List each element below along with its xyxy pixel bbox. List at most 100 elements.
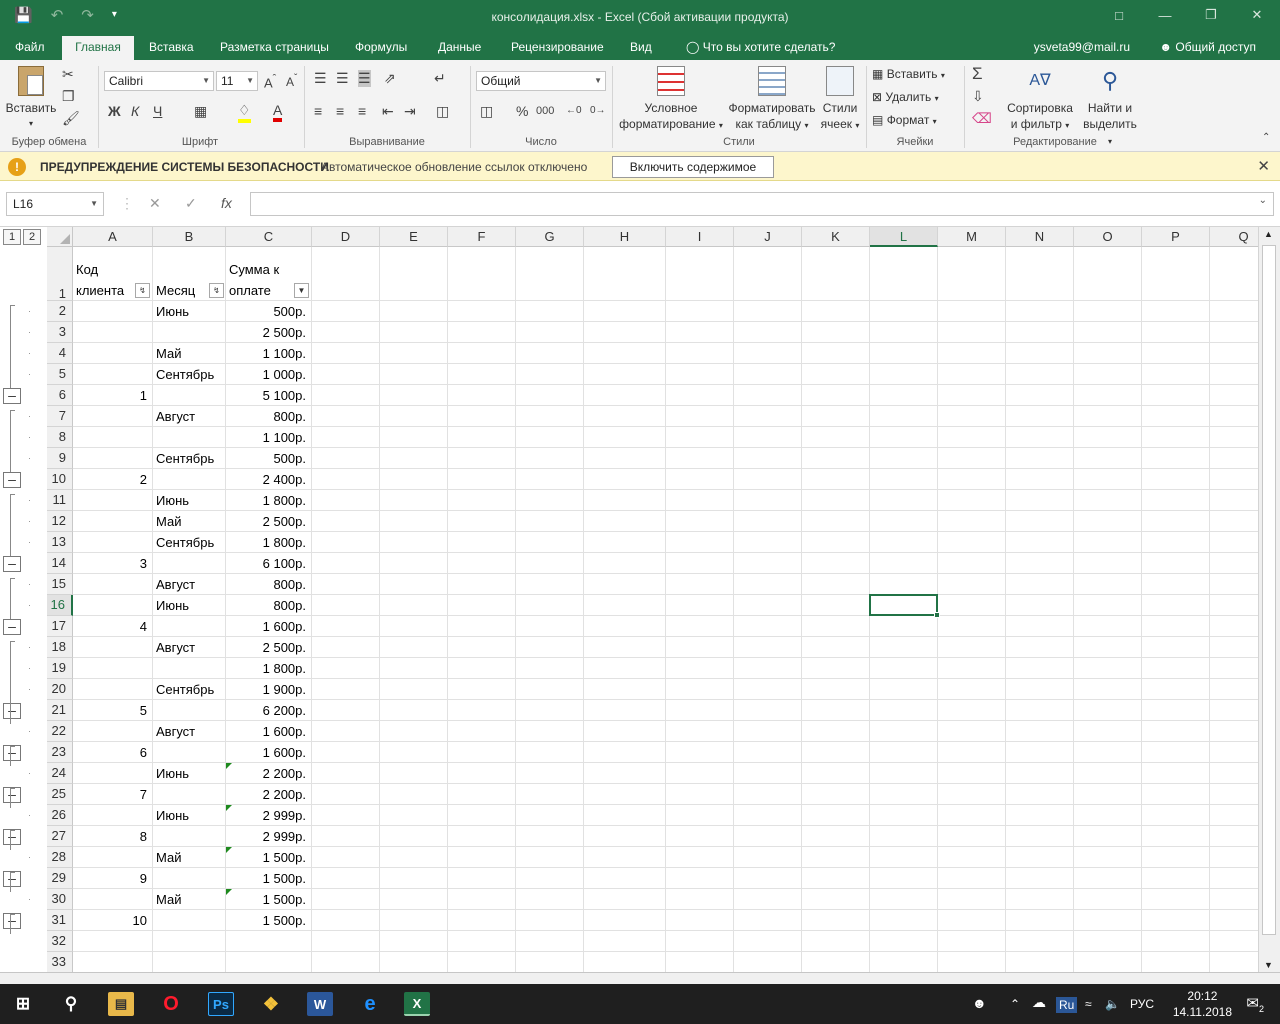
tab-page-layout[interactable]: Разметка страницы [212,36,337,60]
clear-icon[interactable]: ⌫ [972,110,992,127]
cell-c22[interactable]: 1 600р. [226,721,312,742]
row-header-24[interactable]: 24 [47,763,73,784]
cell-c3[interactable]: 2 500р. [226,322,312,343]
cell-b2[interactable]: Июнь [153,301,226,322]
collapse-group-button[interactable]: – [3,556,21,572]
row-header-5[interactable]: 5 [47,364,73,385]
cell-a14[interactable]: 3 [73,553,153,574]
vertical-scrollbar[interactable]: ▲ ▼ [1258,227,1280,972]
cell-b30[interactable]: Май [153,889,226,910]
align-right-icon[interactable]: ≡ [358,103,366,119]
row-header-30[interactable]: 30 [47,889,73,910]
cell-a7[interactable] [73,406,153,427]
close-icon[interactable]: ✕ [1234,0,1280,30]
cell-b25[interactable] [153,784,226,805]
expand-formula-icon[interactable]: ⌄ [1259,195,1267,206]
cell-c10[interactable]: 2 400р. [226,469,312,490]
cell-a27[interactable]: 8 [73,826,153,847]
cell-b23[interactable] [153,742,226,763]
cell-a10[interactable]: 2 [73,469,153,490]
fill-color-icon[interactable]: ♢ [238,102,251,123]
excel-icon[interactable]: X [404,992,430,1016]
row-header-6[interactable]: 6 [47,385,73,406]
align-center-icon[interactable]: ≡ [336,103,344,119]
cell-a30[interactable] [73,889,153,910]
cell-b8[interactable] [153,427,226,448]
format-painter-icon[interactable]: 🖌 [62,110,80,127]
scroll-down-icon[interactable]: ▼ [1264,960,1273,970]
delete-cells-button[interactable]: ⊠ Удалить ▾ [872,89,939,107]
cell-b31[interactable] [153,910,226,931]
cell-b33[interactable] [153,952,226,972]
row-header-25[interactable]: 25 [47,784,73,805]
cell-c20[interactable]: 1 900р. [226,679,312,700]
enable-content-button[interactable]: Включить содержимое [612,156,774,178]
cell-c31[interactable]: 1 500р. [226,910,312,931]
row-header-1[interactable]: 1 [47,247,73,301]
user-account[interactable]: ysveta99@mail.ru [1034,40,1130,54]
tab-home[interactable]: Главная [62,36,134,60]
cell-a31[interactable]: 10 [73,910,153,931]
collapse-group-button[interactable]: – [3,703,21,719]
cell-a29[interactable]: 9 [73,868,153,889]
cell-a5[interactable] [73,364,153,385]
row-header-8[interactable]: 8 [47,427,73,448]
row-header-31[interactable]: 31 [47,910,73,931]
cloud-icon[interactable]: ☁ [1032,994,1046,1011]
row-header-33[interactable]: 33 [47,952,73,972]
font-name-select[interactable]: Calibri ▼ [104,71,214,91]
cell-a9[interactable] [73,448,153,469]
search-icon[interactable]: ⚲ [58,992,84,1016]
name-box[interactable]: L16 ▼ [6,192,104,216]
row-header-4[interactable]: 4 [47,343,73,364]
cell-b17[interactable] [153,616,226,637]
file-explorer-icon[interactable]: ▤ [108,992,134,1016]
row-header-23[interactable]: 23 [47,742,73,763]
merge-center-icon[interactable]: ◫ [436,103,449,120]
currency-icon[interactable]: ◫ [480,103,493,120]
cut-icon[interactable]: ✂ [62,66,74,83]
cell-b26[interactable]: Июнь [153,805,226,826]
row-header-3[interactable]: 3 [47,322,73,343]
increase-indent-icon[interactable]: ⇥ [404,103,416,120]
align-middle-icon[interactable]: ☰ [336,70,349,87]
decrease-decimal-icon[interactable]: 0→ [590,105,606,116]
cell-c18[interactable]: 2 500р. [226,637,312,658]
underline-icon[interactable]: Ч [153,103,162,119]
cell-b3[interactable] [153,322,226,343]
fill-handle[interactable] [934,612,940,618]
cell-a17[interactable]: 4 [73,616,153,637]
cell-a11[interactable] [73,490,153,511]
column-header-l[interactable]: L [870,227,938,247]
cell-a32[interactable] [73,931,153,952]
cell-b4[interactable]: Май [153,343,226,364]
align-bottom-icon[interactable]: ☰ [358,70,371,87]
word-icon[interactable]: W [307,992,333,1016]
collapse-group-button[interactable]: – [3,472,21,488]
cell-c25[interactable]: 2 200р. [226,784,312,805]
cell-a28[interactable] [73,847,153,868]
tray-chevron-icon[interactable]: ⌃ [1010,997,1020,1011]
row-header-12[interactable]: 12 [47,511,73,532]
column-header-m[interactable]: M [938,227,1006,247]
cell-a13[interactable] [73,532,153,553]
fill-icon[interactable]: ⇩ [972,88,984,105]
cell-a18[interactable] [73,637,153,658]
formula-input[interactable]: ⌄ [250,192,1274,216]
cell-b16[interactable]: Июнь [153,595,226,616]
wrap-text-icon[interactable]: ↵ [434,70,446,87]
cell-a21[interactable]: 5 [73,700,153,721]
tab-insert[interactable]: Вставка [141,36,202,60]
outline-level-2-button[interactable]: 2 [23,229,41,245]
cell-c23[interactable]: 1 600р. [226,742,312,763]
row-header-14[interactable]: 14 [47,553,73,574]
borders-icon[interactable]: ▦ [194,103,207,120]
column-header-p[interactable]: P [1142,227,1210,247]
cell-b6[interactable] [153,385,226,406]
tab-data[interactable]: Данные [430,36,489,60]
cell-c27[interactable]: 2 999р. [226,826,312,847]
cell-a22[interactable] [73,721,153,742]
cell-c30[interactable]: 1 500р. [226,889,312,910]
collapse-group-button[interactable]: – [3,745,21,761]
collapse-ribbon-icon[interactable]: ⌃ [1262,132,1270,143]
